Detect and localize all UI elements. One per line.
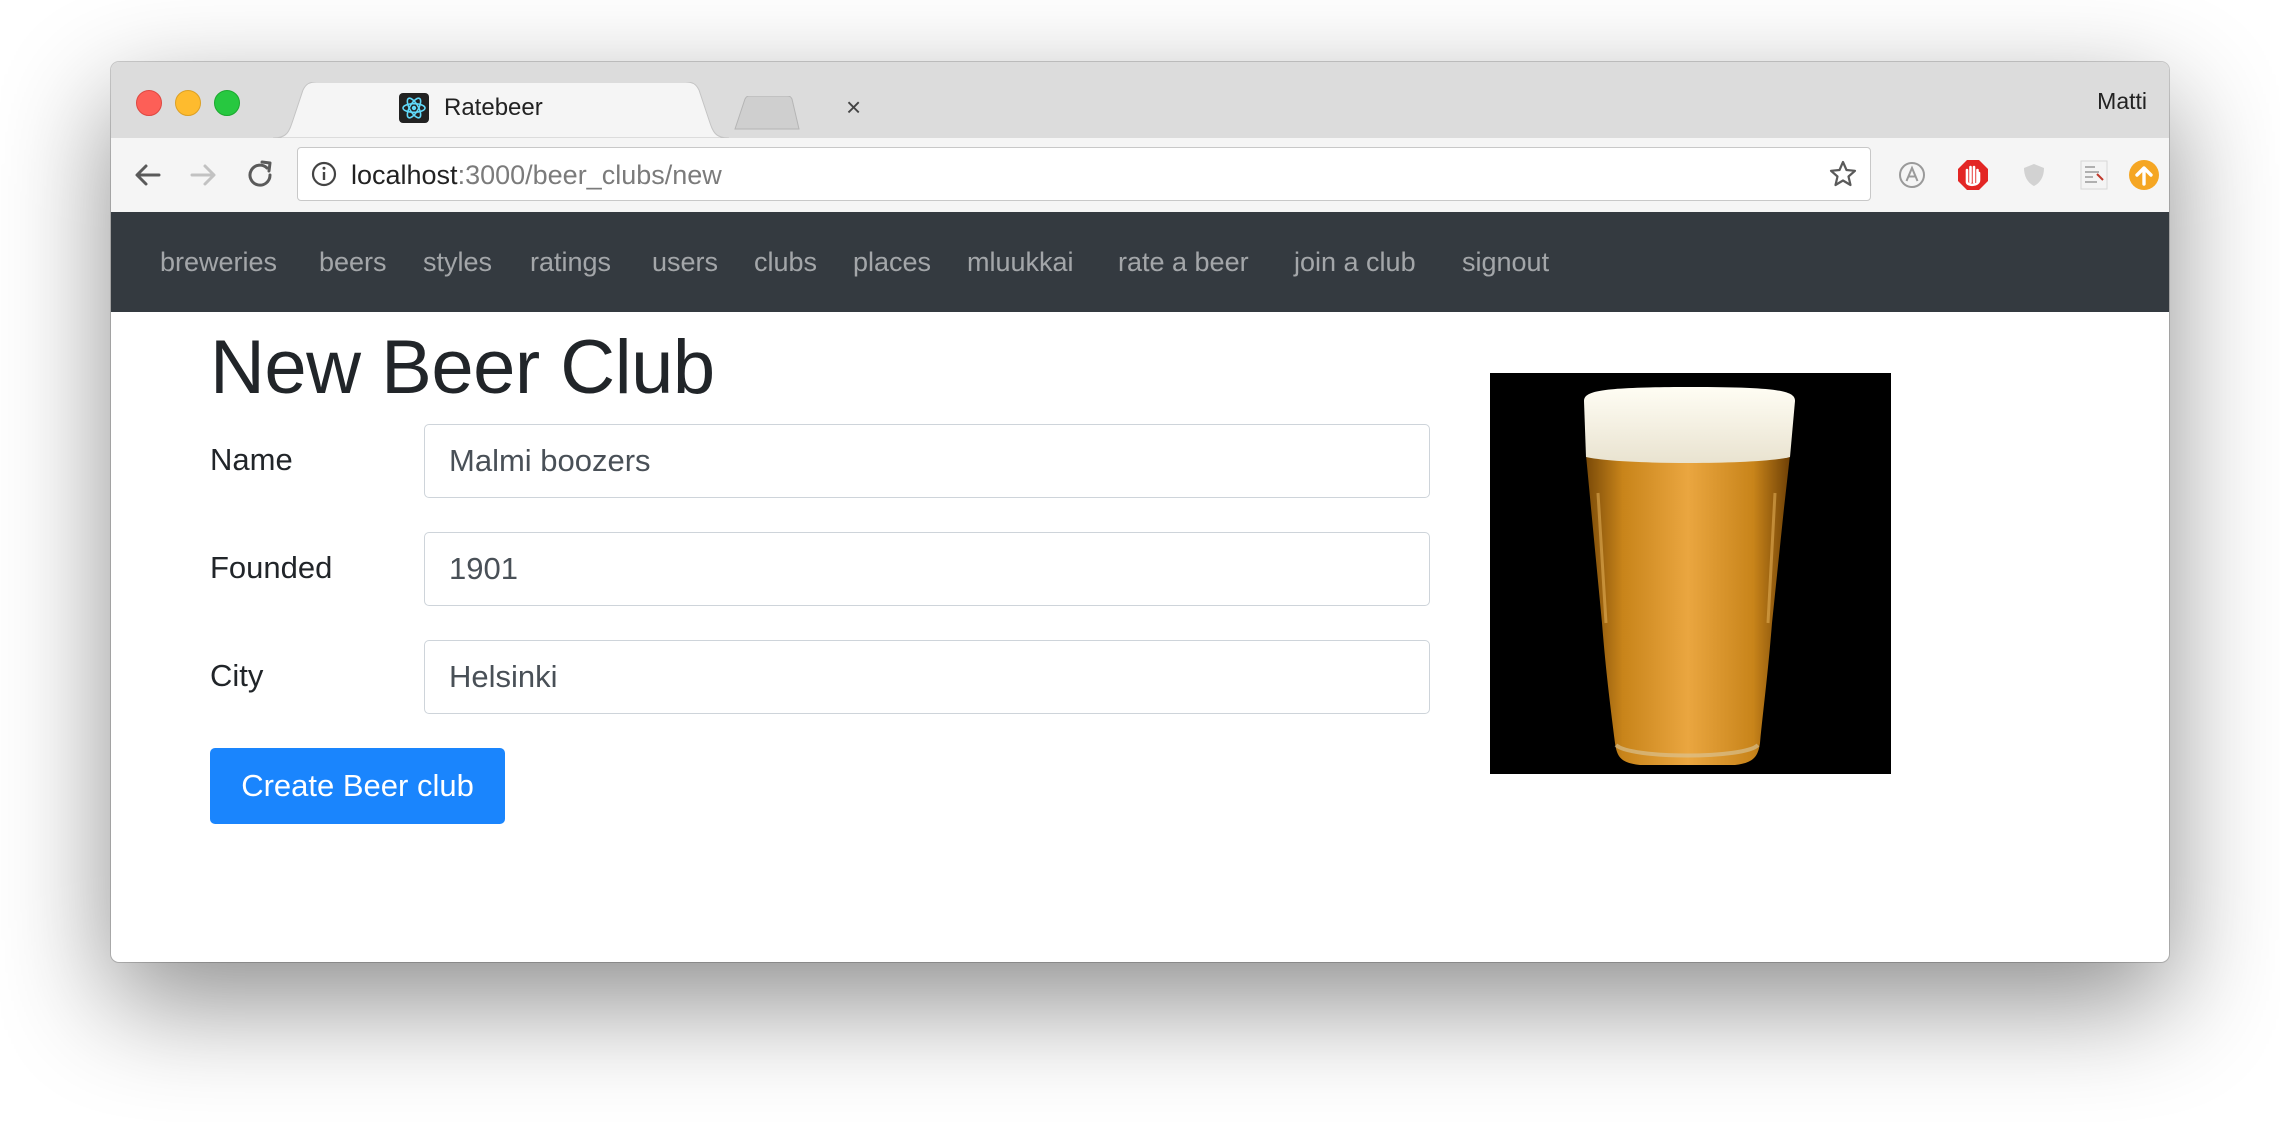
extension-a-icon[interactable] — [1895, 158, 1929, 192]
profile-name[interactable]: Matti — [2097, 88, 2147, 115]
close-window-button[interactable] — [136, 90, 162, 116]
nav-link-rate-a-beer[interactable]: rate a beer — [1118, 247, 1249, 278]
tab-close-icon[interactable]: × — [846, 92, 861, 123]
maximize-window-button[interactable] — [214, 90, 240, 116]
adblock-icon[interactable] — [1956, 158, 1990, 192]
nav-link-mluukkai[interactable]: mluukkai — [967, 247, 1074, 278]
app-navbar: breweries beers styles ratings users clu… — [111, 212, 2169, 312]
tab-title: Ratebeer — [444, 94, 543, 121]
nav-link-places[interactable]: places — [853, 247, 931, 278]
nav-link-clubs[interactable]: clubs — [754, 247, 817, 278]
tab-strip: Ratebeer × Matti — [111, 62, 2169, 138]
city-label: City — [210, 658, 264, 693]
update-arrow-icon[interactable] — [2127, 158, 2161, 192]
forward-arrow-icon[interactable] — [186, 158, 220, 192]
info-icon[interactable] — [310, 160, 338, 188]
minimize-window-button[interactable] — [175, 90, 201, 116]
nav-link-ratings[interactable]: ratings — [530, 247, 611, 278]
nav-link-signout[interactable]: signout — [1462, 247, 1549, 278]
browser-toolbar: localhost:3000/beer_clubs/new — [111, 138, 2169, 213]
founded-input[interactable] — [424, 532, 1430, 606]
browser-tab-active[interactable]: Ratebeer × — [273, 82, 861, 138]
reload-icon[interactable] — [243, 158, 277, 192]
new-tab-button[interactable] — [733, 96, 803, 130]
bookmark-star-icon[interactable] — [1828, 159, 1858, 189]
shield-icon[interactable] — [2017, 158, 2051, 192]
nav-link-breweries[interactable]: breweries — [160, 247, 277, 278]
url-path: :3000/beer_clubs/new — [457, 160, 722, 190]
nav-link-styles[interactable]: styles — [423, 247, 492, 278]
back-arrow-icon[interactable] — [131, 158, 165, 192]
url-text[interactable]: localhost:3000/beer_clubs/new — [351, 160, 722, 191]
create-beer-club-button[interactable]: Create Beer club — [210, 748, 505, 824]
name-label: Name — [210, 442, 293, 477]
extension-doc-icon[interactable] — [2077, 158, 2111, 192]
page-title: New Beer Club — [210, 325, 715, 410]
nav-link-beers[interactable]: beers — [319, 247, 387, 278]
founded-label: Founded — [210, 550, 333, 585]
beer-glass-image — [1490, 373, 1891, 774]
name-input[interactable] — [424, 424, 1430, 498]
url-host: localhost — [351, 160, 458, 190]
browser-window: Ratebeer × Matti localhost:3000/beer_clu… — [111, 62, 2169, 962]
nav-link-users[interactable]: users — [652, 247, 718, 278]
address-bar[interactable]: localhost:3000/beer_clubs/new — [297, 147, 1871, 201]
react-icon — [399, 93, 429, 123]
city-input[interactable] — [424, 640, 1430, 714]
nav-link-join-a-club[interactable]: join a club — [1294, 247, 1416, 278]
